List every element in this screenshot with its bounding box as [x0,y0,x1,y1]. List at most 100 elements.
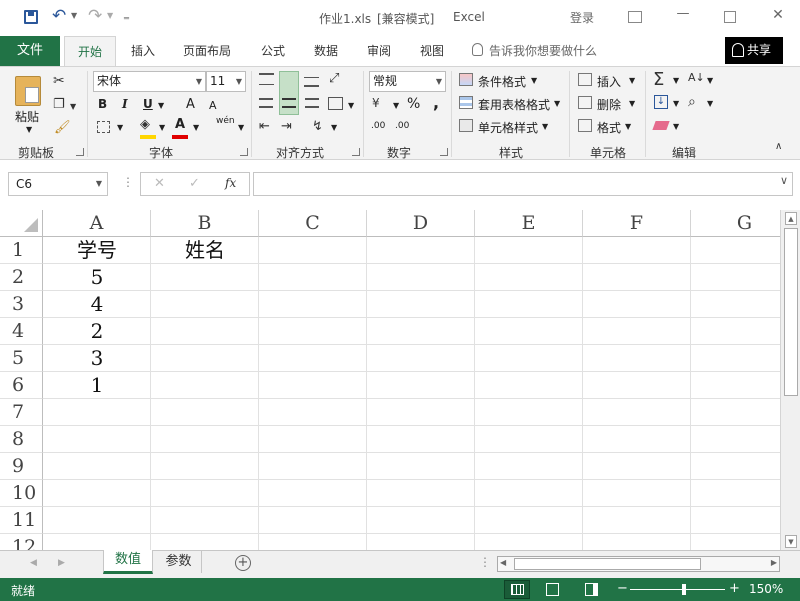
tab-file[interactable]: 文件 [0,36,60,66]
row-header[interactable]: 8 [0,426,43,453]
redo-dropdown-icon[interactable]: ▼ [107,11,113,20]
font-color-dropdown-icon[interactable]: ▼ [193,123,199,132]
hscroll-right-icon[interactable]: ▶ [771,558,777,567]
page-break-view-icon[interactable] [585,583,598,596]
tab-page-layout[interactable]: 页面布局 [180,36,234,66]
enter-icon[interactable]: ✓ [189,176,200,191]
align-middle-icon[interactable] [279,71,299,115]
align-launcher-icon[interactable] [352,148,360,156]
zoom-in-icon[interactable]: + [729,581,740,596]
cancel-icon[interactable]: ✕ [154,176,165,191]
cell-a3[interactable]: 4 [43,291,151,318]
currency-dropdown-icon[interactable]: ▼ [393,101,399,110]
table-format-button[interactable]: 套用表格格式 [478,96,550,113]
cell-a5[interactable]: 3 [43,345,151,372]
align-top-icon[interactable] [259,73,274,85]
format-painter-icon[interactable]: 🖌 [54,120,71,135]
maximize-icon[interactable] [724,11,736,23]
merge-center-icon[interactable] [328,97,343,110]
row-header[interactable]: 5 [0,345,43,372]
phonetic-dropdown-icon[interactable]: ▼ [238,123,244,132]
copy-dropdown-icon[interactable]: ▼ [70,102,76,111]
find-dropdown-icon[interactable]: ▼ [707,99,713,108]
next-sheet-icon[interactable]: ▶ [58,558,65,568]
row-header[interactable]: 4 [0,318,43,345]
font-size-combo[interactable]: 11 ▼ [206,71,246,92]
table-format-dropdown-icon[interactable]: ▼ [554,99,560,108]
format-cells-button[interactable]: 格式 [597,119,621,136]
underline-button[interactable]: U [143,97,153,111]
undo-icon[interactable]: ↶ [52,6,66,26]
collapse-ribbon-icon[interactable]: ∧ [775,141,782,152]
tab-home[interactable]: 开始 [64,36,116,66]
hscroll-left-icon[interactable]: ◀ [500,558,506,567]
tab-insert[interactable]: 插入 [126,36,160,66]
share-button[interactable]: 共享 [725,37,783,64]
conditional-format-button[interactable]: 条件格式 [478,73,526,90]
wrap-dropdown-icon[interactable]: ▼ [331,123,337,132]
font-name-combo[interactable]: 宋体 ▼ [93,71,206,92]
paste-button[interactable]: 粘贴 [15,108,39,125]
clipboard-launcher-icon[interactable] [76,148,84,156]
align-bottom-icon[interactable] [304,77,319,87]
fill-dropdown-icon[interactable]: ▼ [159,123,165,132]
decrease-decimal-button[interactable]: .00 [395,121,409,131]
percent-button[interactable]: % [407,96,420,112]
autosum-dropdown-icon[interactable]: ▼ [673,76,679,85]
wrap-text-icon[interactable]: ↯ [312,119,323,134]
zoom-out-icon[interactable]: − [617,581,628,596]
format-dropdown-icon[interactable]: ▼ [625,122,631,131]
sort-dropdown-icon[interactable]: ▼ [707,76,713,85]
currency-icon[interactable]: ¥ [372,96,380,110]
fill-dropdown-2-icon[interactable]: ▼ [673,99,679,108]
decrease-font-button[interactable]: A [209,99,217,112]
increase-decimal-button[interactable]: .00 [371,121,385,131]
sheet-tab-params[interactable]: 参数 [156,551,202,573]
zoom-slider-thumb[interactable] [682,584,686,595]
column-header[interactable]: B [151,210,259,237]
login-link[interactable]: 登录 [570,9,594,26]
align-center-icon[interactable] [282,98,296,108]
scroll-thumb[interactable] [784,228,798,396]
redo-icon[interactable]: ↷ [88,6,102,26]
tab-formulas[interactable]: 公式 [256,36,290,66]
row-header[interactable]: 1 [0,237,43,264]
delete-cells-button[interactable]: 删除 [597,96,621,113]
underline-dropdown-icon[interactable]: ▼ [158,101,164,110]
cell-style-dropdown-icon[interactable]: ▼ [542,122,548,131]
undo-dropdown-icon[interactable]: ▼ [71,11,77,20]
border-dropdown-icon[interactable]: ▼ [117,123,123,132]
column-header[interactable]: A [43,210,151,237]
tab-split-handle-icon[interactable]: ⋮ [479,555,491,569]
zoom-slider[interactable] [630,584,725,595]
cell-a6[interactable]: 1 [43,372,151,399]
expand-formula-icon[interactable]: ∨ [780,174,788,187]
close-icon[interactable]: ✕ [770,7,786,23]
worksheet-grid[interactable]: A B C D E F G 1 2 3 4 5 6 7 8 9 10 11 12 学号 姓名 5 4 2 3 1 [0,210,799,561]
scroll-down-icon[interactable]: ▼ [785,535,797,548]
ribbon-display-icon[interactable] [628,11,642,23]
add-sheet-icon[interactable]: + [235,555,251,571]
insert-function-button[interactable]: fx [225,176,236,190]
cell-a2[interactable]: 5 [43,264,151,291]
align-left-icon[interactable] [259,98,273,108]
align-right-icon[interactable] [305,98,319,108]
tab-data[interactable]: 数据 [309,36,343,66]
paste-icon[interactable] [15,76,41,106]
column-header[interactable]: F [583,210,691,237]
number-launcher-icon[interactable] [440,148,448,156]
bold-button[interactable]: B [98,97,107,111]
number-format-combo[interactable]: 常规 ▼ [369,71,446,92]
tab-review[interactable]: 审阅 [362,36,396,66]
select-all-corner[interactable] [0,210,43,237]
merge-dropdown-icon[interactable]: ▼ [348,101,354,110]
column-header[interactable]: C [259,210,367,237]
sort-filter-icon[interactable]: A↓ [688,71,705,84]
comma-button[interactable]: , [433,93,439,112]
fill-down-icon[interactable]: ↓ [654,95,668,109]
insert-cells-button[interactable]: 插入 [597,73,621,90]
clear-icon[interactable] [652,121,670,130]
find-select-icon[interactable]: ⌕ [688,94,696,110]
row-header[interactable]: 3 [0,291,43,318]
fill-color-icon[interactable]: ◈ [140,117,150,132]
